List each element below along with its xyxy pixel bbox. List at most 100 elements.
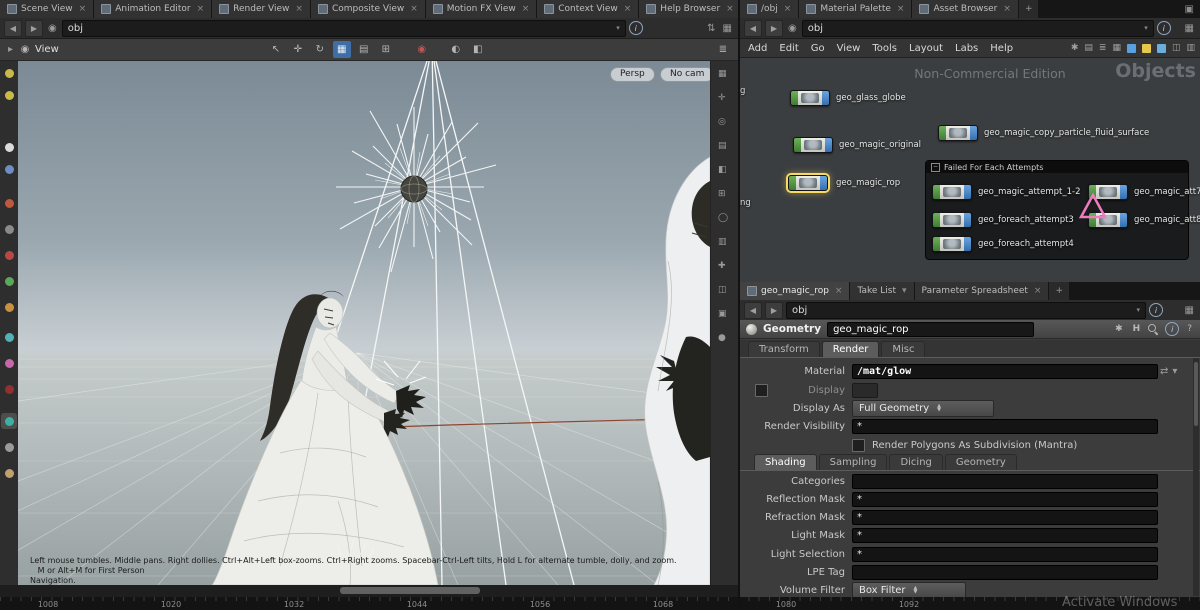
pane-tab-help-browser[interactable]: Help Browser×: [639, 0, 741, 18]
pane-layout-icon[interactable]: ▦: [1183, 23, 1196, 34]
toolbar-menu-icon[interactable]: ≣: [714, 41, 732, 58]
tab-shading[interactable]: Shading: [754, 454, 817, 470]
circle-icon[interactable]: ◯: [718, 213, 728, 223]
close-icon[interactable]: ×: [624, 4, 632, 14]
dot-icon[interactable]: ●: [718, 333, 726, 343]
lpe-tag-field[interactable]: [852, 565, 1158, 580]
menu-layout[interactable]: Layout: [903, 43, 949, 54]
shelf-tool-icon-13[interactable]: [1, 413, 17, 429]
info-icon[interactable]: i: [1165, 322, 1179, 336]
pane-layout-icon[interactable]: ▦: [1183, 305, 1196, 316]
info-icon[interactable]: i: [1157, 21, 1171, 35]
forward-button[interactable]: ▶: [765, 20, 783, 37]
node-body[interactable]: [940, 237, 964, 251]
chevron-down-icon[interactable]: ▾: [1170, 366, 1179, 377]
param-tab-parameter-spreadsheet[interactable]: Parameter Spreadsheet×: [915, 282, 1050, 300]
menu-tools[interactable]: Tools: [866, 43, 903, 54]
menu-labs[interactable]: Labs: [949, 43, 984, 54]
solid-icon[interactable]: ▣: [718, 309, 727, 319]
pane-tab-scene-view[interactable]: Scene View×: [0, 0, 94, 18]
menu-help[interactable]: Help: [984, 43, 1019, 54]
new-tab-button[interactable]: +: [1049, 282, 1070, 300]
node-right-flag[interactable]: [1120, 185, 1127, 199]
close-icon[interactable]: ×: [79, 4, 87, 14]
tab-geometry[interactable]: Geometry: [945, 454, 1017, 470]
group-collapse-icon[interactable]: −: [931, 163, 940, 172]
close-icon[interactable]: ×: [410, 4, 418, 14]
op-swap-icon[interactable]: ⇄: [1158, 366, 1170, 377]
node-left-flag[interactable]: [791, 91, 798, 105]
gear-icon[interactable]: ✱: [1113, 324, 1125, 334]
node-left-flag[interactable]: [794, 138, 801, 152]
node-name-field[interactable]: geo_magic_rop: [827, 322, 1034, 337]
node-left-flag[interactable]: [933, 185, 940, 199]
node-left-flag[interactable]: [933, 237, 940, 251]
menu-add[interactable]: Add: [742, 43, 773, 54]
param-tab-take-list[interactable]: Take List▾: [850, 282, 914, 300]
pane-divider[interactable]: [738, 0, 740, 610]
back-button[interactable]: ◀: [744, 20, 762, 37]
search-icon[interactable]: [1148, 324, 1159, 335]
node-right-flag[interactable]: [970, 126, 977, 140]
back-button[interactable]: ◀: [744, 302, 762, 319]
path-combo[interactable]: obj ▾: [802, 20, 1154, 37]
pane-split-icon[interactable]: ⇅: [705, 23, 717, 34]
pane-tab-asset-browser[interactable]: Asset Browser×: [912, 0, 1018, 18]
shelf-tool-icon-8[interactable]: [1, 273, 17, 289]
render-flag-icon[interactable]: ◉: [413, 41, 431, 58]
scrollbar-thumb[interactable]: [340, 587, 480, 594]
columns-icon[interactable]: ◫: [1169, 43, 1184, 53]
pane-tab-render-view[interactable]: Render View×: [212, 0, 311, 18]
categories-field[interactable]: [852, 474, 1158, 489]
grid-icon[interactable]: ▦: [1109, 43, 1124, 53]
path-combo[interactable]: obj ▾: [62, 20, 626, 37]
grid-plus-icon[interactable]: ⊞: [718, 189, 726, 199]
tab-sampling[interactable]: Sampling: [819, 454, 888, 470]
node-left-flag[interactable]: [939, 126, 946, 140]
shelf-tool-icon-12[interactable]: [1, 381, 17, 397]
select-arrow-icon[interactable]: [1, 139, 17, 155]
param-tab-geo-magic-rop[interactable]: geo_magic_rop×: [740, 282, 850, 300]
pane-tab-material-palette[interactable]: Material Palette×: [799, 0, 912, 18]
timeline-playbar[interactable]: 1008 1020 1032 1044 1056 1068 1080 1092: [0, 597, 1200, 610]
pane-tab-motion-fx-view[interactable]: Motion FX View×: [426, 0, 537, 18]
view-menu-button[interactable]: ◉ View: [19, 41, 69, 58]
viewport-hscrollbar[interactable]: [0, 585, 738, 597]
param-scrollbar[interactable]: [1193, 358, 1199, 596]
render-visibility-field[interactable]: *: [852, 419, 1158, 434]
pane-tab-animation-editor[interactable]: Animation Editor×: [94, 0, 212, 18]
crosshair-icon[interactable]: ✛: [718, 93, 726, 103]
close-icon[interactable]: ×: [835, 286, 843, 296]
scrollbar-thumb[interactable]: [1194, 362, 1198, 426]
snap-points-icon[interactable]: ▤: [355, 41, 373, 58]
rotate-tool-icon[interactable]: ↻: [311, 41, 329, 58]
node-body[interactable]: [798, 91, 822, 105]
display-as-dropdown[interactable]: Full Geometry ▲▼: [852, 400, 994, 417]
close-icon[interactable]: ×: [295, 4, 303, 14]
menu-go[interactable]: Go: [805, 43, 831, 54]
shelf-tool-icon-15[interactable]: [1, 465, 17, 481]
houdini-help-icon[interactable]: H: [1131, 324, 1143, 334]
no-cam-button[interactable]: No cam: [660, 67, 714, 82]
wrench-icon[interactable]: ✱: [1068, 43, 1082, 53]
layout-single-icon[interactable]: ▦: [718, 69, 727, 79]
node-left-flag[interactable]: [933, 213, 940, 227]
group-header[interactable]: − Failed For Each Attempts: [926, 161, 1188, 173]
display-flag-icon[interactable]: [1127, 44, 1136, 53]
shelf-tool-icon-7[interactable]: [1, 247, 17, 263]
menu-view[interactable]: View: [831, 43, 867, 54]
shelf-tool-icon-10[interactable]: [1, 329, 17, 345]
node-geo-glass-globe[interactable]: [790, 90, 830, 106]
volume-filter-dropdown[interactable]: Box Filter ▲▼: [852, 582, 966, 599]
half-shade-icon[interactable]: ◧: [718, 165, 727, 175]
plus-icon[interactable]: ✚: [718, 261, 726, 271]
forward-button[interactable]: ▶: [765, 302, 783, 319]
close-icon[interactable]: ×: [784, 4, 792, 14]
select-flag-icon[interactable]: [1157, 44, 1166, 53]
shelf-tool-icon-5[interactable]: [1, 195, 17, 211]
light-selection-field[interactable]: *: [852, 547, 1158, 562]
snap-multi-icon[interactable]: ⊞: [377, 41, 395, 58]
node-left-flag[interactable]: [789, 176, 796, 190]
node-geo-magic-rop[interactable]: [788, 175, 828, 191]
shelf-tool-icon-9[interactable]: [1, 299, 17, 315]
